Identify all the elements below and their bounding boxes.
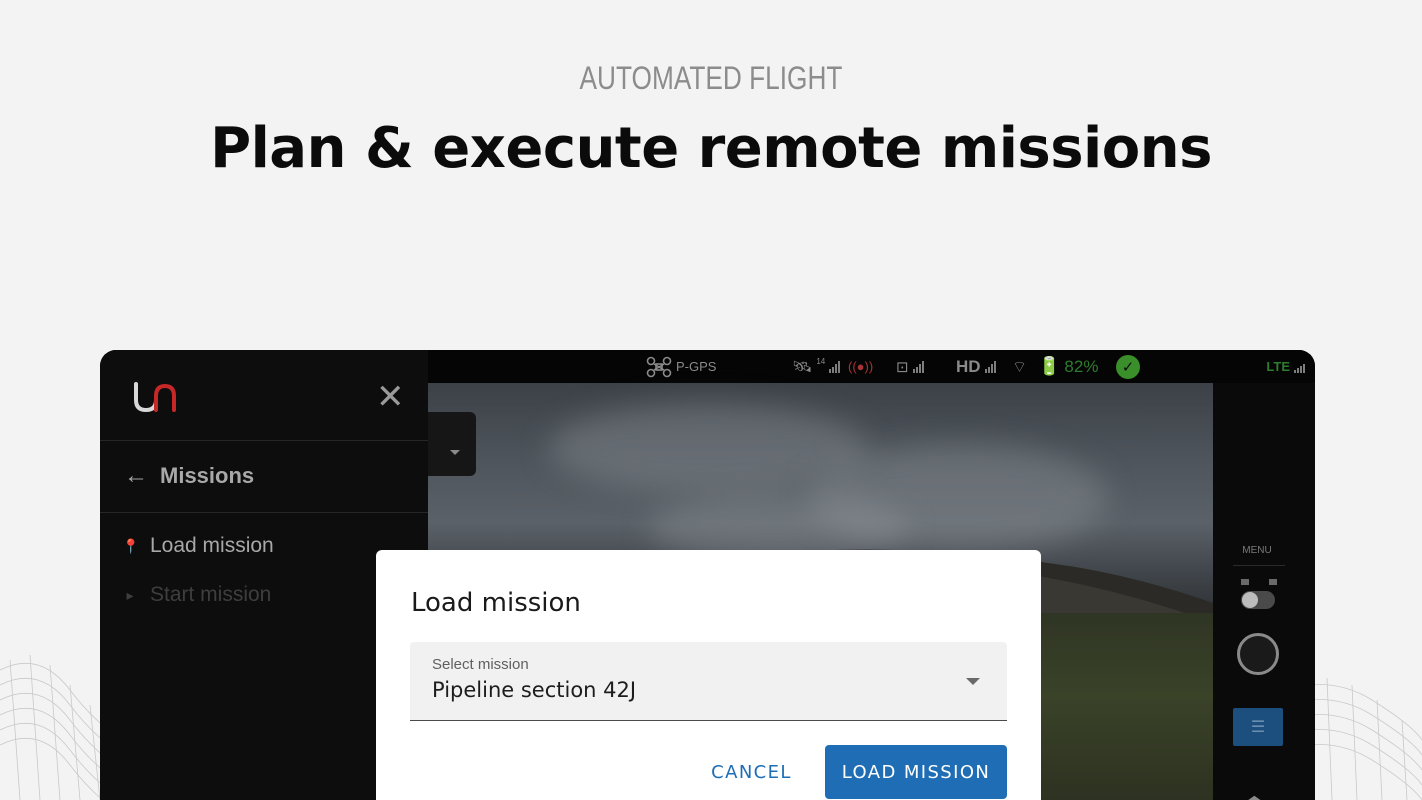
satellite-icon: 🛰	[792, 358, 813, 376]
flight-mode-indicator: P-GPS	[646, 350, 716, 383]
mission-select[interactable]: Select mission Pipeline section 42J	[410, 642, 1007, 721]
cancel-button[interactable]: CANCEL	[699, 752, 804, 792]
load-mission-dialog: Load mission Select mission Pipeline sec…	[376, 550, 1041, 800]
back-to-missions[interactable]: ← Missions	[124, 462, 254, 490]
photo-video-toggle[interactable]	[1241, 591, 1275, 609]
sidebar-divider	[100, 512, 428, 513]
battery-indicator: 🔋 82%	[1038, 350, 1098, 383]
sidebar-divider	[100, 440, 428, 441]
chevron-down-icon	[966, 678, 980, 685]
sidebar-item-label: Load mission	[150, 534, 274, 557]
select-mission-label: Select mission	[432, 656, 529, 673]
network-type-label: LTE	[1266, 359, 1290, 374]
dialog-title: Load mission	[411, 588, 581, 618]
video-mode-icon	[1269, 579, 1277, 585]
shutter-button[interactable]	[1237, 633, 1279, 675]
satellite-count: 14	[816, 357, 826, 366]
sidebar-item-start-mission[interactable]: ▸ Start mission	[122, 583, 271, 607]
app-logo	[134, 382, 176, 413]
page-headline: Plan & execute remote missions	[210, 116, 1212, 181]
load-mission-button[interactable]: LOAD MISSION	[825, 745, 1007, 799]
caret-down-icon	[450, 450, 460, 455]
remote-controller-icon: ⊡	[896, 358, 909, 376]
check-circle-icon: ✓	[1116, 354, 1140, 379]
camera-dropdown-toggle[interactable]	[428, 412, 476, 476]
video-quality-label: HD	[956, 356, 981, 376]
takeoff-icon[interactable]: ⏏	[1243, 788, 1266, 800]
gps-signal: 🛰 14	[792, 350, 841, 383]
network-signal-bars-icon	[1294, 361, 1305, 373]
network-indicator: LTE	[1266, 350, 1305, 383]
camera-controls-panel: MENU ☰ ⏏	[1213, 383, 1315, 800]
sidebar-section-title: Missions	[160, 463, 255, 488]
remote-controller-signal: ⊡	[896, 350, 924, 383]
rc-link-warning: ((●))	[848, 350, 873, 383]
gps-signal-bars-icon	[829, 360, 841, 373]
camera-settings-button[interactable]: ☰	[1233, 708, 1283, 746]
wifi-indicator: ⌔	[1012, 350, 1027, 383]
rc-signal-bars-icon	[912, 360, 924, 373]
arrow-left-icon: ←	[124, 462, 148, 489]
video-signal-bars-icon	[984, 360, 996, 373]
wifi-icon: ⌔	[1012, 358, 1028, 376]
sidebar-item-load-mission[interactable]: 📍 Load mission	[122, 534, 274, 558]
selected-mission-value: Pipeline section 42J	[432, 678, 637, 702]
sliders-icon: ☰	[1250, 719, 1266, 736]
menu-button[interactable]: MENU	[1213, 545, 1301, 556]
status-bar: P-GPS 🛰 14 ((●)) ⊡ HD ⌔ 🔋 82% ✓ LTE	[428, 350, 1315, 383]
play-icon: ▸	[126, 586, 134, 603]
drone-icon	[646, 356, 672, 377]
section-eyebrow: AUTOMATED FLIGHT	[579, 60, 843, 96]
flight-mode-label: P-GPS	[676, 359, 717, 374]
battery-icon: 🔋	[1038, 356, 1061, 376]
close-icon[interactable]: ✕	[376, 380, 405, 414]
battery-percent: 82%	[1064, 356, 1099, 376]
video-link-signal: HD	[956, 350, 996, 383]
map-pin-play-icon: 📍	[122, 537, 140, 554]
photo-mode-icon	[1241, 579, 1249, 585]
preflight-status[interactable]: ✓	[1116, 350, 1140, 383]
menu-divider	[1233, 565, 1285, 566]
signal-warning-icon: ((●))	[848, 359, 874, 374]
sidebar-item-label: Start mission	[150, 583, 272, 606]
